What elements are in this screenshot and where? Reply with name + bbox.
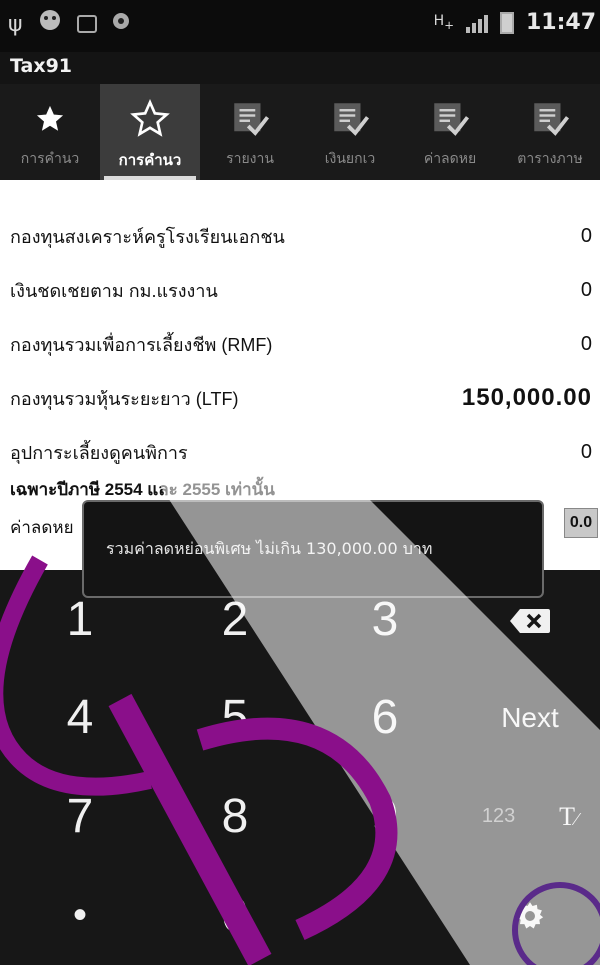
- item-label: กองทุนรวมหุ้นระยะยาว (LTF): [10, 388, 239, 409]
- key-7[interactable]: 7: [0, 767, 160, 866]
- tab-report[interactable]: รายงาน: [200, 84, 300, 180]
- checklist-icon: [229, 96, 271, 142]
- status-time: 11:47: [525, 10, 596, 35]
- keyboard-settings-key[interactable]: [460, 866, 600, 965]
- key-dot[interactable]: •: [0, 866, 160, 965]
- numeric-keypad: 1 2 3 4 5 6 Next 7 8 9 123 T⁄ • 0: [0, 570, 600, 965]
- checklist-icon: [429, 96, 471, 142]
- item-value: 0: [580, 332, 592, 355]
- status-right-icons: H+ 11:47: [434, 10, 596, 35]
- key-5[interactable]: 5: [160, 668, 310, 767]
- tab-label: ตารางภาษ: [517, 151, 583, 167]
- signal-icon: [465, 13, 488, 33]
- tab-label: เงินยกเว: [324, 151, 376, 167]
- h-plus-icon: H+: [433, 13, 454, 32]
- item-value: 150,000.00: [461, 384, 592, 411]
- item-value: 0: [580, 278, 592, 301]
- key-empty: [310, 866, 460, 965]
- list-item[interactable]: กองทุนสงเคราะห์ครูโรงเรียนเอกชน 0: [0, 216, 600, 256]
- item-label: กองทุนรวมเพื่อการเลี้ยงชีพ (RMF): [10, 334, 273, 355]
- year-note: เฉพาะปีภาษี 2554 และ 2555 เท่านั้น: [10, 480, 275, 499]
- tab-label: การคำนว: [20, 151, 80, 167]
- backspace-icon: [508, 592, 552, 647]
- star-icon: [36, 96, 64, 142]
- tab-label: รายงาน: [226, 151, 274, 167]
- item-label: เงินชดเชยตาม กม.แรงงาน: [10, 280, 218, 301]
- mode-keys: 123 T⁄: [460, 767, 600, 866]
- key-8[interactable]: 8: [160, 767, 310, 866]
- list-item[interactable]: เงินชดเชยตาม กม.แรงงาน 0: [0, 270, 600, 310]
- star-icon: [130, 96, 170, 142]
- usb-icon: ψ: [8, 11, 23, 37]
- tab-label: การคำนว: [118, 151, 182, 169]
- status-left-icons: ψ: [8, 8, 131, 40]
- tab-deduction[interactable]: ค่าลดหย: [400, 84, 500, 180]
- key-4[interactable]: 4: [0, 668, 160, 767]
- item-value: 0: [580, 224, 592, 247]
- android-icon: [37, 8, 63, 40]
- key-9[interactable]: 9: [310, 767, 460, 866]
- item-label: กองทุนสงเคราะห์ครูโรงเรียนเอกชน: [10, 226, 285, 247]
- key-0[interactable]: 0: [160, 866, 310, 965]
- gear-icon: [515, 888, 545, 943]
- tab-calculate-1[interactable]: การคำนว: [0, 84, 100, 180]
- tab-tax-table[interactable]: ตารางภาษ: [500, 84, 600, 180]
- item-value: 0: [580, 440, 592, 463]
- numeric-mode-key[interactable]: 123: [482, 805, 515, 828]
- sd-card-icon: [76, 15, 97, 33]
- list-item[interactable]: อุปการะเลี้ยงดูคนพิการ 0: [0, 432, 600, 472]
- tab-exemption[interactable]: เงินยกเว: [300, 84, 400, 180]
- settings-icon: [111, 11, 131, 37]
- list-item[interactable]: กองทุนรวมเพื่อการเลี้ยงชีพ (RMF) 0: [0, 324, 600, 364]
- field-label: ค่าลดหย: [10, 518, 74, 537]
- toast-message: รวมค่าลดหย่อนพิเศษ ไม่เกิน 130,000.00 บา…: [82, 500, 544, 598]
- next-key[interactable]: Next: [460, 668, 600, 767]
- list-item[interactable]: กองทุนรวมหุ้นระยะยาว (LTF) 150,000.00: [0, 378, 600, 418]
- key-6[interactable]: 6: [310, 668, 460, 767]
- status-bar: ψ H+ 11:47: [0, 0, 600, 52]
- battery-icon: [499, 11, 514, 34]
- tab-label: ค่าลดหย: [423, 151, 477, 167]
- tab-bar: การคำนว การคำนว รายงาน เงินยกเว ค่าลดหย …: [0, 84, 600, 180]
- app-title: Tax91: [0, 52, 600, 84]
- checklist-icon: [529, 96, 571, 142]
- checklist-icon: [329, 96, 371, 142]
- item-label: อุปการะเลี้ยงดูคนพิการ: [10, 442, 188, 463]
- tab-calculate-2[interactable]: การคำนว: [100, 84, 200, 180]
- deduction-input[interactable]: 0.0: [564, 508, 598, 538]
- text-format-icon[interactable]: T⁄: [559, 802, 578, 832]
